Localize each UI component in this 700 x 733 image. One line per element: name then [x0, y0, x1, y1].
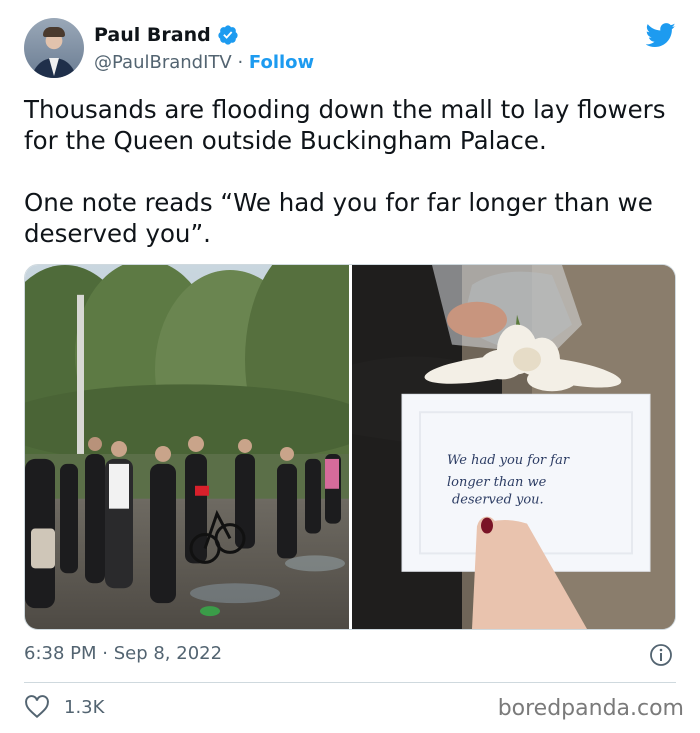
tweet-paragraph: Thousands are flooding down the mall to … [24, 95, 666, 155]
watermark: boredpanda.com [497, 696, 684, 721]
tweet-time: 6:38 PM [24, 643, 97, 664]
follow-button[interactable]: Follow [249, 52, 314, 73]
tweet-timestamp[interactable]: 6:38 PM · Sep 8, 2022 [24, 643, 222, 664]
media-grid: We had you for far longer than we deserv… [24, 264, 676, 630]
info-icon[interactable] [649, 643, 673, 667]
separator: · [231, 52, 249, 73]
display-name[interactable]: Paul Brand [94, 24, 211, 46]
avatar[interactable] [24, 18, 84, 78]
handle-line: @PaulBrandITV · Follow [94, 52, 314, 73]
like-action[interactable]: 1.3K [24, 695, 104, 719]
separator: · [96, 643, 114, 664]
note-photo[interactable]: We had you for far longer than we deserv… [352, 265, 676, 629]
note-line: We had you for far [447, 453, 570, 468]
heart-icon[interactable] [24, 695, 50, 719]
divider [24, 682, 676, 683]
name-line: Paul Brand [94, 24, 239, 46]
note-line: deserved you. [452, 493, 544, 508]
tweet-header: Paul Brand @PaulBrandITV · Follow [24, 16, 676, 82]
tweet-paragraph: One note reads “We had you for far longe… [24, 188, 653, 248]
handle[interactable]: @PaulBrandITV [94, 52, 232, 73]
tweet-date: Sep 8, 2022 [113, 643, 223, 664]
note-line: longer than we [447, 475, 547, 490]
like-count: 1.3K [64, 696, 105, 718]
crowd-photo[interactable] [25, 265, 349, 629]
twitter-bird-icon[interactable] [646, 20, 676, 50]
tweet-text: Thousands are flooding down the mall to … [24, 94, 684, 280]
verified-badge-icon [218, 25, 238, 45]
